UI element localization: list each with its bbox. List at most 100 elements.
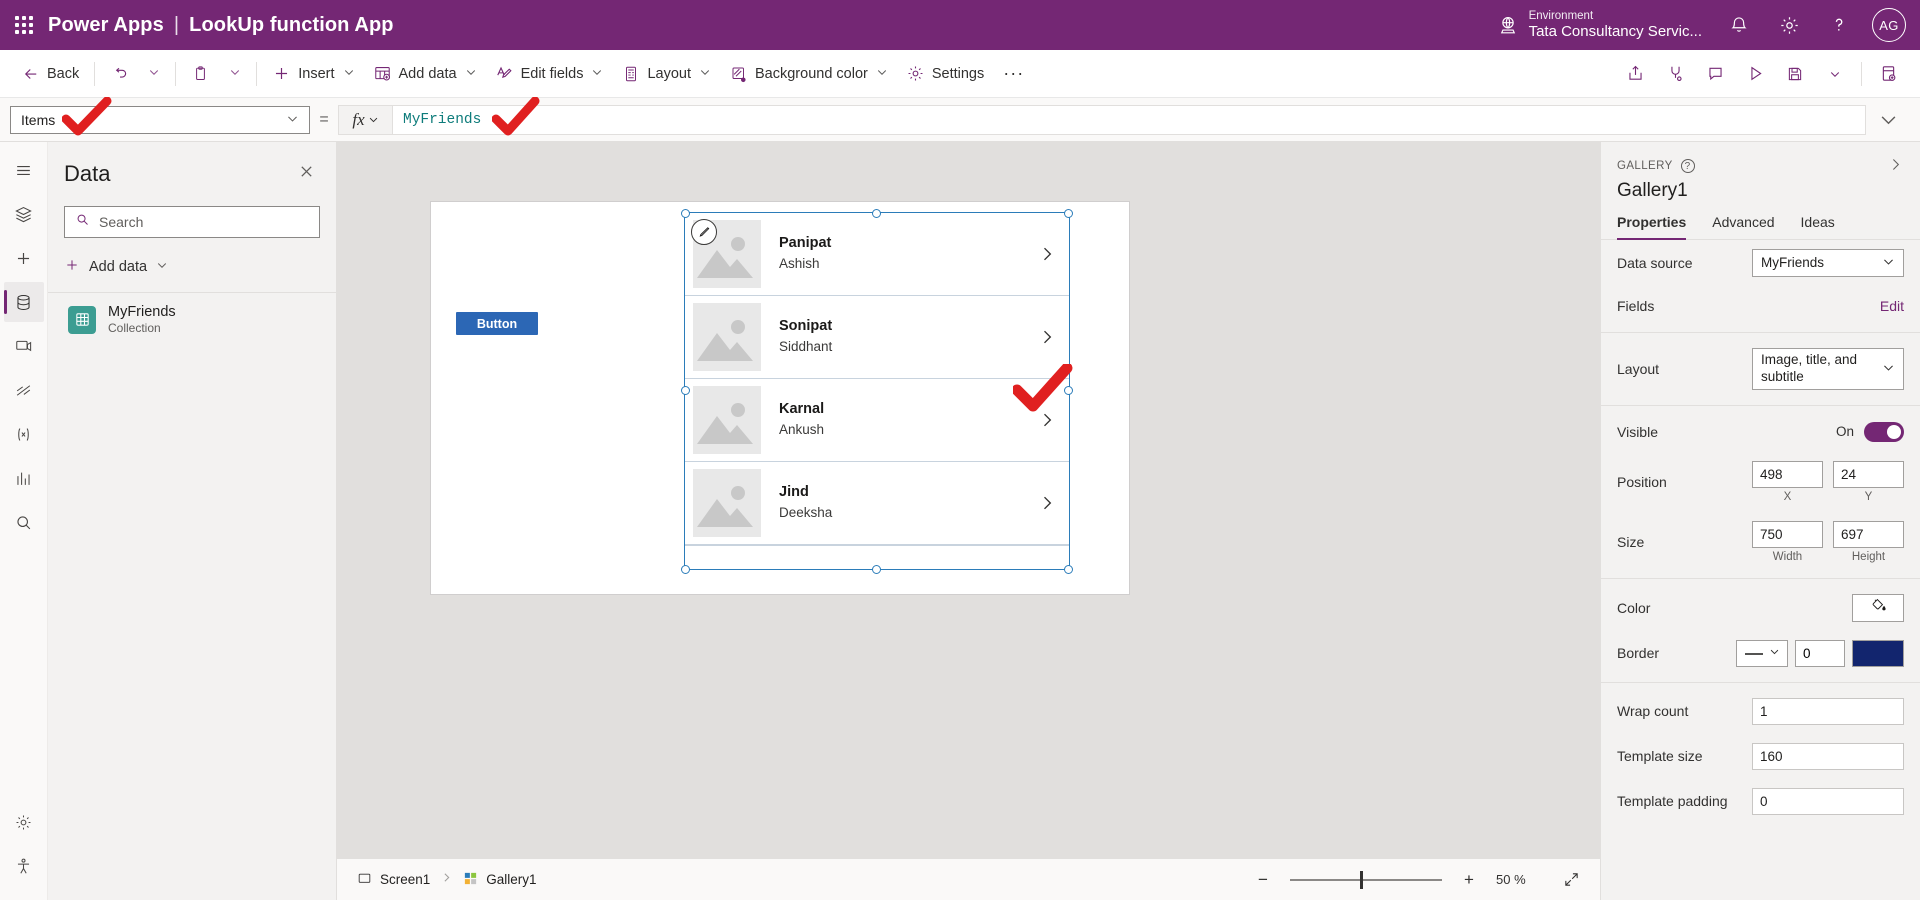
help-icon[interactable] — [1816, 2, 1862, 48]
close-icon[interactable] — [293, 160, 320, 188]
border-width-input[interactable] — [1795, 639, 1845, 667]
app-screen-canvas[interactable]: Button Panipat Ashish Sonipat Siddhant K… — [431, 202, 1129, 594]
gallery-control[interactable]: Panipat Ashish Sonipat Siddhant Karnal A… — [684, 212, 1070, 570]
undo-button[interactable] — [101, 57, 138, 91]
edit-pencil-icon[interactable] — [691, 219, 717, 245]
chevron-right-icon[interactable] — [1025, 410, 1069, 430]
insert-button[interactable]: Insert — [263, 57, 363, 91]
breadcrumb-control[interactable]: Gallery1 — [457, 867, 542, 893]
gallery-row[interactable]: Sonipat Siddhant — [685, 296, 1069, 379]
paste-caret-button[interactable] — [219, 57, 250, 91]
zoom-in-button[interactable]: + — [1456, 867, 1482, 893]
search-input[interactable]: Search — [64, 206, 320, 238]
layout-button[interactable]: Layout — [612, 57, 720, 91]
tab-advanced[interactable]: Advanced — [1712, 214, 1774, 239]
data-source-dropdown[interactable]: MyFriends — [1752, 249, 1904, 277]
size-width-input[interactable] — [1752, 520, 1823, 548]
back-button[interactable]: Back — [12, 57, 88, 91]
share-icon[interactable] — [1615, 57, 1655, 91]
environment-picker[interactable]: Environment Tata Consultancy Servic... — [1487, 10, 1712, 40]
zoom-slider[interactable] — [1290, 870, 1442, 889]
zoom-slider-thumb[interactable] — [1359, 870, 1363, 889]
rail-settings-button[interactable] — [4, 802, 44, 842]
settings-button[interactable]: Settings — [897, 57, 993, 91]
fields-edit-link[interactable]: Edit — [1880, 298, 1904, 314]
rail-monitor-button[interactable] — [4, 458, 44, 498]
resize-handle-top-left[interactable] — [681, 209, 690, 218]
help-icon[interactable]: ? — [1680, 159, 1695, 173]
background-color-button[interactable]: Background color — [720, 57, 897, 91]
border-color-swatch[interactable] — [1852, 639, 1904, 667]
gallery-row[interactable]: Panipat Ashish — [685, 213, 1069, 296]
tab-properties[interactable]: Properties — [1617, 214, 1687, 240]
rail-power-automate-button[interactable] — [4, 370, 44, 410]
comments-icon[interactable] — [1695, 57, 1735, 91]
formula-input[interactable]: MyFriends — [392, 104, 1866, 135]
edit-fields-button[interactable]: Edit fields — [486, 57, 613, 91]
gallery-row[interactable]: Jind Deeksha — [685, 462, 1069, 545]
template-padding-input[interactable] — [1752, 787, 1904, 815]
resize-handle-top-right[interactable] — [1064, 209, 1073, 218]
undo-caret-button[interactable] — [138, 57, 169, 91]
save-caret-button[interactable] — [1815, 57, 1855, 91]
more-commands-button[interactable]: ··· — [993, 63, 1034, 84]
app-launcher-icon[interactable] — [0, 16, 48, 34]
tab-ideas[interactable]: Ideas — [1801, 214, 1835, 239]
save-icon[interactable] — [1775, 57, 1815, 91]
add-data-panel-label: Add data — [89, 259, 148, 275]
rail-tree-view-button[interactable] — [4, 194, 44, 234]
position-y-input[interactable] — [1833, 460, 1904, 488]
formula-expand-button[interactable] — [1866, 111, 1910, 128]
app-checker-icon[interactable] — [1655, 57, 1695, 91]
chevron-right-icon[interactable] — [1025, 244, 1069, 264]
wrap-count-input[interactable] — [1752, 697, 1904, 725]
notifications-bell-icon[interactable] — [1716, 2, 1762, 48]
resize-handle-bottom-center[interactable] — [872, 565, 881, 574]
size-width-field: Width — [1752, 520, 1823, 563]
paste-button[interactable] — [182, 57, 219, 91]
add-data-panel-button[interactable]: Add data — [64, 252, 320, 282]
rail-variables-button[interactable] — [4, 414, 44, 454]
publish-icon[interactable] — [1868, 57, 1908, 91]
resize-handle-middle-left[interactable] — [681, 386, 690, 395]
border-style-dropdown[interactable] — [1736, 639, 1788, 667]
template-size-input[interactable] — [1752, 742, 1904, 770]
chevron-right-icon[interactable] — [1025, 493, 1069, 513]
fx-button[interactable]: fx — [338, 104, 392, 135]
add-data-button[interactable]: Add data — [364, 57, 486, 91]
rail-menu-button[interactable] — [4, 150, 44, 190]
zoom-unit: % — [1514, 872, 1526, 887]
rail-data-button[interactable] — [3, 282, 44, 322]
chevron-right-icon[interactable] — [1025, 327, 1069, 347]
position-x-input[interactable] — [1752, 460, 1823, 488]
border-label: Border — [1617, 645, 1660, 662]
gallery-row[interactable]: Karnal Ankush — [685, 379, 1069, 462]
visible-toggle[interactable] — [1864, 421, 1904, 442]
control-name: Gallery1 — [1617, 180, 1688, 201]
breadcrumb-screen[interactable]: Screen1 — [351, 867, 436, 893]
size-height-input[interactable] — [1833, 520, 1904, 548]
rail-search-button[interactable] — [4, 502, 44, 542]
resize-handle-bottom-left[interactable] — [681, 565, 690, 574]
resize-handle-bottom-right[interactable] — [1064, 565, 1073, 574]
fit-to-screen-icon[interactable] — [1556, 867, 1586, 893]
settings-gear-icon[interactable] — [1766, 2, 1812, 48]
zoom-number: 50 — [1496, 872, 1511, 887]
canvas-scroll[interactable]: Button Panipat Ashish Sonipat Siddhant K… — [337, 142, 1600, 858]
rail-accessibility-button[interactable] — [4, 846, 44, 886]
property-selector[interactable]: Items — [10, 105, 310, 134]
rail-insert-button[interactable] — [4, 238, 44, 278]
avatar[interactable]: AG — [1872, 8, 1906, 42]
resize-handle-top-center[interactable] — [872, 209, 881, 218]
rail-media-button[interactable] — [4, 326, 44, 366]
preview-play-icon[interactable] — [1735, 57, 1775, 91]
data-source-item[interactable]: MyFriends Collection — [64, 293, 320, 346]
color-picker-button[interactable] — [1852, 593, 1904, 622]
gallery-row-text: Jind Deeksha — [761, 483, 1025, 522]
zoom-out-button[interactable]: − — [1250, 867, 1276, 893]
collapse-panel-icon[interactable] — [1887, 156, 1904, 176]
resize-handle-middle-right[interactable] — [1064, 386, 1073, 395]
button-control[interactable]: Button — [456, 312, 538, 335]
layout-dropdown[interactable]: Image, title, and subtitle — [1752, 348, 1904, 390]
chevron-down-icon — [156, 259, 168, 275]
